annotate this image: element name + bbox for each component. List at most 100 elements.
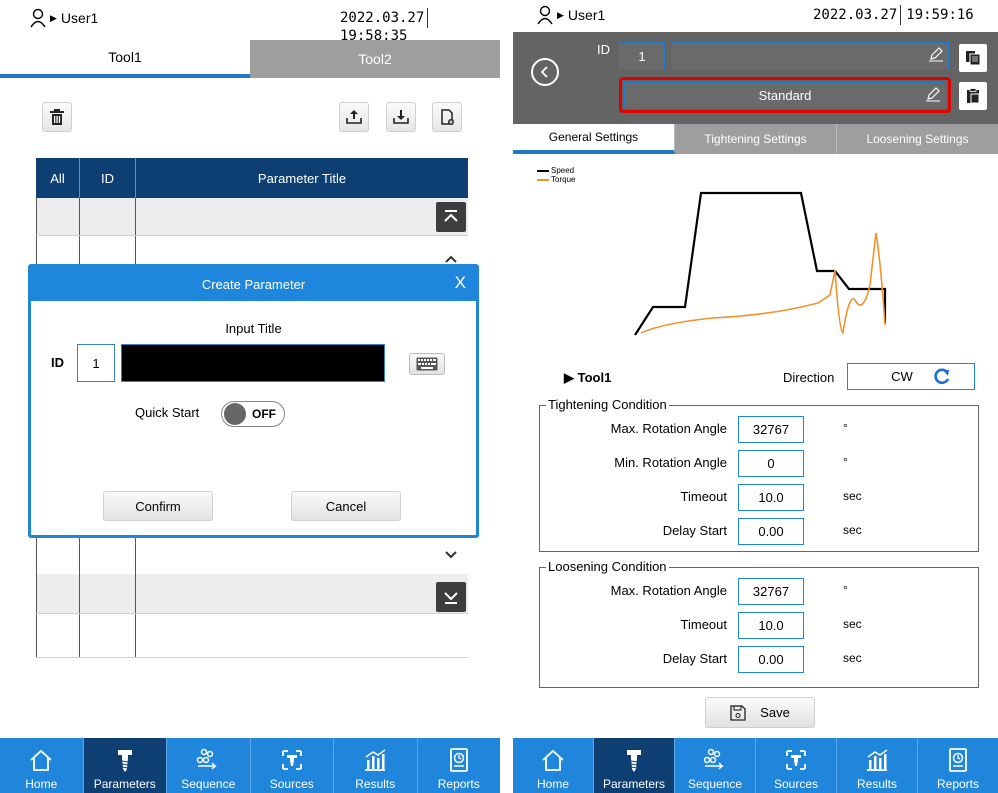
profile-field[interactable]: Standard <box>624 82 946 108</box>
paste-button[interactable] <box>959 82 987 110</box>
condition-unit: sec <box>843 651 862 665</box>
nav-sources[interactable]: Sources <box>756 738 837 793</box>
condition-unit: sec <box>843 617 862 631</box>
scroll-bottom-button[interactable] <box>436 582 466 612</box>
bottom-nav: Home Parameters Sequence Sources Results… <box>513 738 998 793</box>
play-arrow-icon: ▶ <box>50 12 57 23</box>
table-row[interactable] <box>36 614 468 658</box>
legend-torque-label: Torque <box>551 175 576 184</box>
screw-icon <box>627 750 641 772</box>
floppy-disk-icon <box>730 704 746 721</box>
condition-value-input[interactable]: 10.0 <box>738 484 804 511</box>
screw-icon <box>117 750 132 772</box>
user-icon <box>30 8 46 28</box>
parameter-detail-screen: ▶ User1 2022.03.27 19:59:16 ID 1 Standard… <box>513 0 998 793</box>
nav-reports[interactable]: Reports <box>918 738 998 793</box>
nav-sources-label: Sources <box>269 777 314 791</box>
keyboard-icon <box>416 357 438 371</box>
condition-value-input[interactable]: 0.00 <box>738 646 804 673</box>
home-icon <box>30 749 52 771</box>
tab-tightening-settings[interactable]: Tightening Settings <box>675 124 837 154</box>
nav-reports-label: Reports <box>437 777 480 791</box>
create-parameter-dialog: Create Parameter X Input Title ID 1 Quic… <box>28 264 479 538</box>
col-all[interactable]: All <box>36 158 80 198</box>
user-name: User1 <box>567 7 606 23</box>
nav-parameters[interactable]: Parameters <box>83 738 167 793</box>
legend-speed-label: Speed <box>551 166 575 175</box>
back-button[interactable] <box>531 58 559 86</box>
nav-sequence[interactable]: Sequence <box>167 738 251 793</box>
trash-icon <box>50 109 64 125</box>
condition-unit: ° <box>843 455 848 469</box>
toggle-state: OFF <box>252 407 276 421</box>
keyboard-button[interactable] <box>409 353 445 375</box>
nav-parameters[interactable]: Parameters <box>594 738 675 793</box>
quick-start-toggle[interactable]: OFF <box>221 401 285 427</box>
cancel-button[interactable]: Cancel <box>291 491 401 521</box>
tab-general-settings[interactable]: General Settings <box>513 124 675 154</box>
user-indicator[interactable]: ▶ User1 <box>30 8 98 28</box>
id-label: ID <box>51 355 64 370</box>
parameter-header: ID 1 Standard <box>513 32 998 124</box>
nav-home[interactable]: Home <box>513 738 594 793</box>
export-button[interactable] <box>339 102 369 132</box>
status-bar: ▶ User1 2022.03.27 19:59:16 <box>513 0 998 32</box>
settings-tabs: General Settings Tightening Settings Loo… <box>513 124 998 154</box>
dialog-header: Create Parameter X <box>31 267 476 301</box>
legend-torque: Torque <box>537 175 575 184</box>
chevron-down-icon <box>445 551 457 559</box>
user-indicator[interactable]: ▶ User1 <box>537 5 605 25</box>
sequence-icon <box>197 748 218 770</box>
id-field[interactable]: 1 <box>619 42 665 70</box>
nav-sequence[interactable]: Sequence <box>675 738 756 793</box>
nav-reports[interactable]: Reports <box>418 738 501 793</box>
new-file-button[interactable] <box>432 102 462 132</box>
save-button[interactable]: Save <box>705 697 815 728</box>
scroll-down-button[interactable] <box>436 540 466 570</box>
scroll-to-top-icon <box>444 210 458 222</box>
tab-tool1[interactable]: Tool1 <box>0 40 250 78</box>
time-text: 19:59:16 <box>906 7 974 23</box>
condition-label: Delay Start <box>662 523 727 538</box>
tab-tool2[interactable]: Tool2 <box>250 40 500 78</box>
scroll-top-button[interactable] <box>436 202 466 232</box>
condition-label: Timeout <box>680 489 727 504</box>
table-row[interactable] <box>36 574 468 614</box>
direction-select[interactable]: CW <box>847 363 975 390</box>
user-name: User1 <box>60 10 99 26</box>
nav-home[interactable]: Home <box>0 738 84 793</box>
nav-parameters-label: Parameters <box>93 777 156 791</box>
close-dialog-button[interactable]: X <box>455 273 466 293</box>
condition-value-input[interactable]: 32767 <box>738 578 804 605</box>
nav-sequence-label: Sequence <box>181 777 236 791</box>
speed-torque-diagram <box>634 191 887 336</box>
status-bar: ▶ User1 2022.03.2719:58:35 <box>0 0 500 44</box>
tab-loosening-settings[interactable]: Loosening Settings <box>837 124 998 154</box>
nav-sources[interactable]: Sources <box>251 738 334 793</box>
edit-pencil-icon[interactable] <box>928 46 944 62</box>
condition-label: Max. Rotation Angle <box>610 583 727 598</box>
condition-value-input[interactable]: 0 <box>738 450 804 477</box>
title-input[interactable] <box>121 344 385 382</box>
import-button[interactable] <box>386 102 416 132</box>
bottom-nav: Home Parameters Sequence Sources Results… <box>0 738 500 793</box>
condition-unit: ° <box>843 583 848 597</box>
condition-value-input[interactable]: 10.0 <box>738 612 804 639</box>
name-field[interactable] <box>671 42 949 70</box>
date-text: 2022.03.27 <box>340 10 425 26</box>
copy-button[interactable] <box>959 44 987 72</box>
condition-value-input[interactable]: 32767 <box>738 416 804 443</box>
condition-value-input[interactable]: 0.00 <box>738 518 804 545</box>
reports-icon <box>449 748 468 772</box>
edit-pencil-icon[interactable] <box>925 86 941 102</box>
delete-button[interactable] <box>42 102 72 132</box>
id-input[interactable]: 1 <box>77 344 115 382</box>
table-header: All ID Parameter Title <box>36 158 468 198</box>
back-arrow-icon <box>540 66 548 78</box>
condition-label: Delay Start <box>662 651 727 666</box>
nav-results[interactable]: Results <box>837 738 918 793</box>
col-title: Parameter Title <box>257 170 347 186</box>
confirm-button[interactable]: Confirm <box>103 491 213 521</box>
nav-results[interactable]: Results <box>334 738 418 793</box>
table-row[interactable] <box>36 198 468 236</box>
